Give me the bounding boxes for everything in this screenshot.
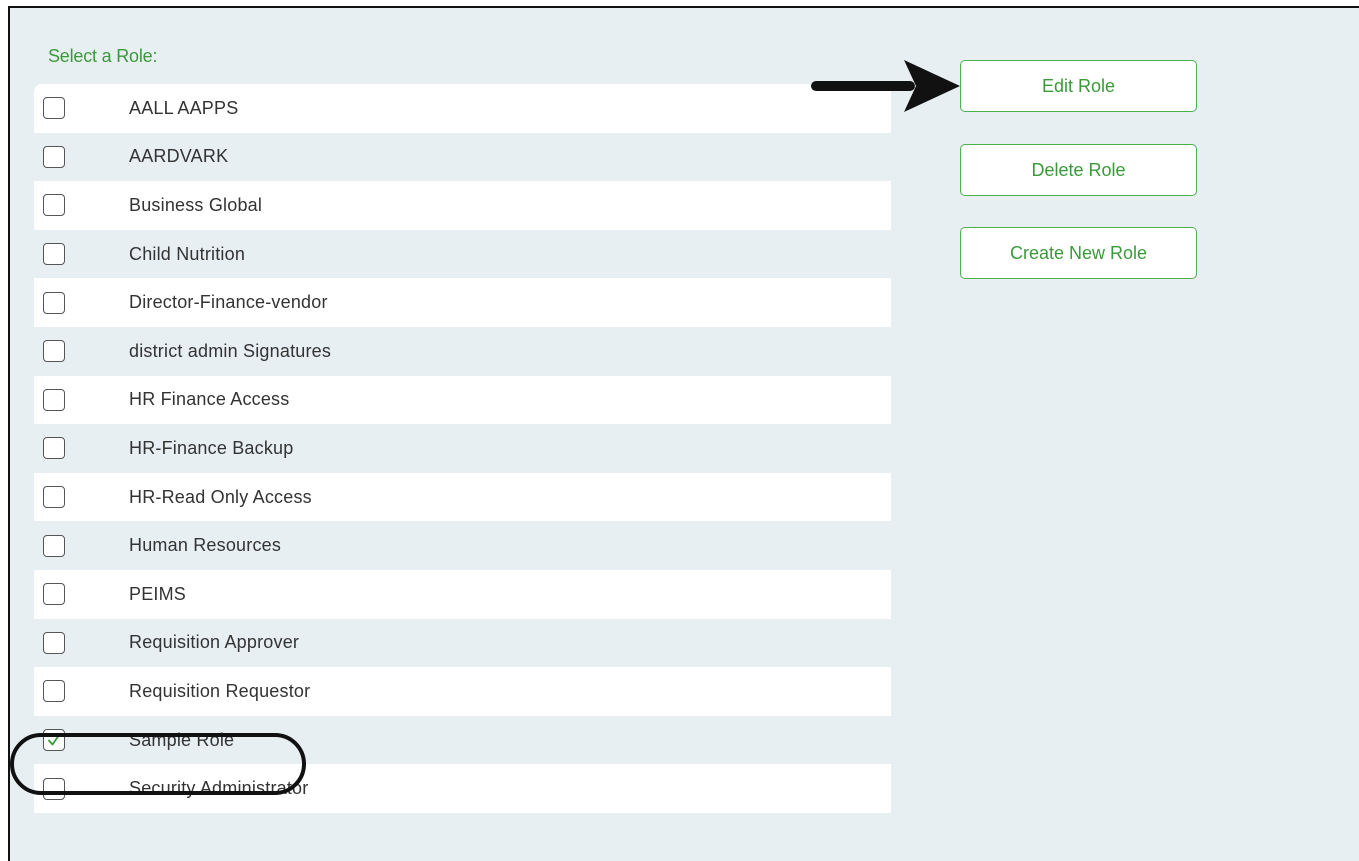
role-row[interactable]: Director-Finance-vendor — [34, 278, 891, 327]
checkmark-icon — [48, 734, 60, 746]
role-checkbox[interactable] — [43, 777, 65, 800]
role-checkbox[interactable] — [43, 534, 65, 557]
role-checkbox[interactable] — [43, 194, 65, 217]
role-row[interactable]: district admin Signatures — [34, 326, 891, 376]
role-row[interactable]: PEIMS — [34, 569, 891, 619]
role-checkbox[interactable] — [43, 486, 65, 509]
role-row[interactable]: AALL AAPPS — [34, 84, 891, 133]
role-name: Requisition Requestor — [129, 680, 311, 701]
role-row[interactable]: HR-Read Only Access — [34, 472, 891, 522]
role-row-selected[interactable]: Sample Role — [34, 715, 891, 765]
create-new-role-button[interactable]: Create New Role — [960, 227, 1197, 279]
role-checkbox[interactable] — [43, 583, 65, 606]
role-row[interactable]: Requisition Approver — [34, 618, 891, 668]
role-row[interactable]: HR Finance Access — [34, 375, 891, 425]
role-name: AALL AAPPS — [129, 97, 239, 118]
role-name: Sample Role — [129, 729, 235, 750]
role-checkbox[interactable] — [43, 437, 65, 460]
role-name: HR-Finance Backup — [129, 437, 294, 458]
select-role-label: Select a Role: — [48, 46, 158, 66]
role-name: Security Administrator — [129, 778, 309, 799]
role-row[interactable]: HR-Finance Backup — [34, 424, 891, 473]
role-list: AALL AAPPS AARDVARK Business Global Chil… — [34, 84, 891, 813]
role-name: HR-Read Only Access — [129, 486, 312, 507]
role-name: district admin Signatures — [129, 340, 332, 361]
role-checkbox[interactable] — [43, 388, 65, 411]
role-checkbox[interactable] — [43, 243, 65, 266]
role-checkbox[interactable] — [43, 145, 65, 168]
role-row[interactable]: Requisition Requestor — [34, 667, 891, 716]
role-name: PEIMS — [129, 583, 187, 604]
role-name: Requisition Approver — [129, 632, 300, 653]
role-name: Child Nutrition — [129, 243, 246, 264]
role-name: AARDVARK — [129, 146, 229, 167]
role-row[interactable]: Human Resources — [34, 521, 891, 570]
role-row[interactable]: AARDVARK — [34, 132, 891, 182]
role-checkbox[interactable] — [43, 340, 65, 363]
role-checkbox[interactable] — [43, 680, 65, 703]
role-name: Human Resources — [129, 535, 282, 556]
right-arrow-icon — [811, 60, 960, 112]
edit-role-button[interactable]: Edit Role — [960, 60, 1197, 112]
role-checkbox-checked[interactable] — [43, 729, 65, 752]
role-checkbox[interactable] — [43, 291, 65, 314]
role-name: Business Global — [129, 194, 263, 215]
role-row[interactable]: Business Global — [34, 181, 891, 230]
role-checkbox[interactable] — [43, 97, 65, 120]
role-row[interactable]: Child Nutrition — [34, 229, 891, 279]
role-name: HR Finance Access — [129, 389, 290, 410]
delete-role-button[interactable]: Delete Role — [960, 144, 1197, 196]
role-checkbox[interactable] — [43, 631, 65, 654]
role-row[interactable]: Security Administrator — [34, 764, 891, 813]
role-name: Director-Finance-vendor — [129, 292, 328, 313]
